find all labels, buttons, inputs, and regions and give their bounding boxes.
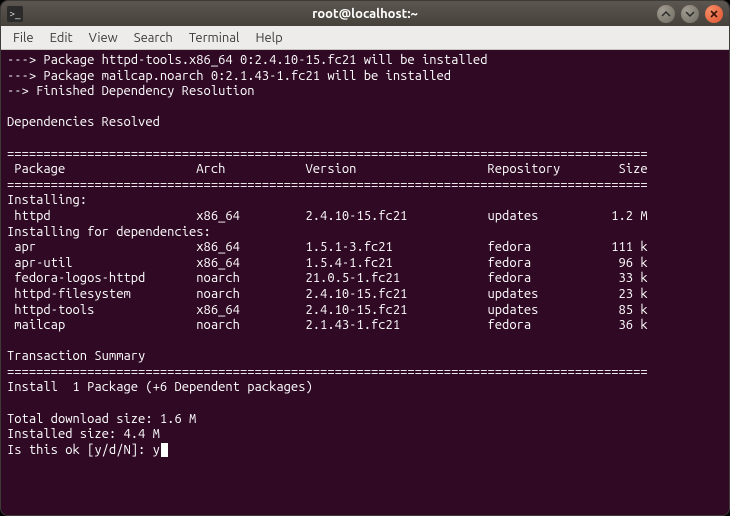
menu-file[interactable]: File — [5, 28, 42, 48]
terminal-icon-glyph: >_ — [9, 8, 20, 19]
menu-search[interactable]: Search — [126, 28, 181, 48]
text-cursor — [161, 443, 168, 457]
menu-view[interactable]: View — [81, 28, 126, 48]
menu-bar: File Edit View Search Terminal Help — [1, 26, 729, 50]
terminal-viewport[interactable]: ---> Package httpd-tools.x86_64 0:2.4.10… — [1, 50, 729, 515]
menu-edit[interactable]: Edit — [42, 28, 81, 48]
window-buttons — [657, 5, 723, 23]
confirm-prompt: Is this ok [y/d/N]: — [7, 443, 153, 457]
maximize-button[interactable] — [681, 5, 699, 23]
menu-terminal[interactable]: Terminal — [181, 28, 248, 48]
close-icon — [709, 9, 719, 19]
window-title: root@localhost:~ — [1, 7, 729, 21]
title-bar[interactable]: >_ root@localhost:~ — [1, 1, 729, 26]
minimize-icon — [661, 9, 671, 19]
terminal-output: ---> Package httpd-tools.x86_64 0:2.4.10… — [7, 53, 648, 441]
maximize-icon — [685, 9, 695, 19]
terminal-window: >_ root@localhost:~ File Edit View Searc… — [0, 0, 730, 516]
menu-help[interactable]: Help — [247, 28, 290, 48]
terminal-icon: >_ — [7, 6, 23, 22]
close-button[interactable] — [705, 5, 723, 23]
confirm-response: y — [153, 443, 160, 457]
minimize-button[interactable] — [657, 5, 675, 23]
